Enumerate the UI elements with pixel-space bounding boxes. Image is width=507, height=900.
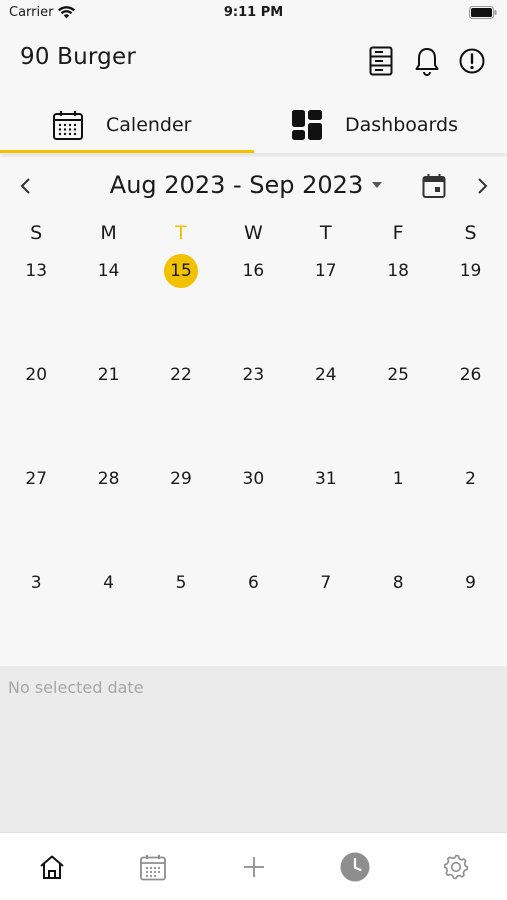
- day-cell[interactable]: 30: [217, 462, 289, 496]
- day-cell[interactable]: 21: [72, 358, 144, 392]
- empty-state-text: No selected date: [8, 678, 144, 697]
- dashboard-icon: [292, 110, 322, 140]
- calendar-picker-button[interactable]: [420, 172, 448, 200]
- status-bar: Carrier 9:11 PM: [0, 0, 507, 26]
- week-row: 13 14 15 16 17 18 19: [0, 254, 507, 288]
- day-cell[interactable]: 6: [217, 566, 289, 600]
- day-cell[interactable]: 4: [72, 566, 144, 600]
- day-cell[interactable]: 1: [362, 462, 434, 496]
- battery-icon: [469, 6, 497, 19]
- weekday-label: W: [243, 222, 263, 244]
- day-cell[interactable]: 20: [0, 358, 72, 392]
- clock-time: 9:11 PM: [223, 5, 284, 20]
- weekday-label: S: [464, 222, 477, 244]
- day-cell[interactable]: 9: [434, 566, 506, 600]
- day-cell[interactable]: 27: [0, 462, 72, 496]
- settings-icon[interactable]: [440, 851, 472, 883]
- day-cell[interactable]: 8: [362, 566, 434, 600]
- tab-calender[interactable]: Calender: [52, 96, 191, 154]
- day-cell[interactable]: 14: [72, 254, 144, 288]
- day-cell[interactable]: 25: [362, 358, 434, 392]
- day-cell[interactable]: 3: [0, 566, 72, 600]
- bottom-navigation: [0, 832, 507, 900]
- calendar-icon: [53, 111, 83, 140]
- tab-dashboards[interactable]: Dashboards: [291, 96, 458, 154]
- week-row: 27 28 29 30 31 1 2: [0, 462, 507, 496]
- app-title: 90 Burger: [20, 44, 136, 70]
- active-tab-indicator: [0, 150, 254, 153]
- day-cell[interactable]: 31: [290, 462, 362, 496]
- calendar-today-icon: [422, 174, 446, 198]
- weekday-label: T: [319, 222, 332, 244]
- weekday-label: S: [30, 222, 43, 244]
- selected-day-marker: 15: [163, 254, 198, 288]
- day-cell[interactable]: 17: [290, 254, 362, 288]
- weekday-label: F: [392, 222, 404, 244]
- day-cell[interactable]: 26: [434, 358, 506, 392]
- weekday-header-row: S M T W T F S: [0, 222, 507, 244]
- week-row: 3 4 5 6 7 8 9: [0, 566, 507, 600]
- day-cell[interactable]: 5: [145, 566, 217, 600]
- app-header: 90 Burger: [0, 26, 507, 96]
- day-cell[interactable]: 23: [217, 358, 289, 392]
- day-cell[interactable]: 24: [290, 358, 362, 392]
- day-cell[interactable]: 22: [145, 358, 217, 392]
- day-cell[interactable]: 19: [434, 254, 506, 288]
- caret-down-icon: [372, 182, 383, 188]
- tab-bar: Calender Dashboards: [0, 96, 507, 154]
- alert-circle-icon[interactable]: [457, 44, 487, 78]
- week-row: 20 21 22 23 24 25 26: [0, 358, 507, 392]
- day-cell[interactable]: 18: [362, 254, 434, 288]
- date-range-label: Aug 2023 - Sep 2023: [109, 171, 364, 199]
- chevron-right-icon: [478, 178, 488, 194]
- day-cell[interactable]: 16: [217, 254, 289, 288]
- month-navigation: Aug 2023 - Sep 2023: [0, 162, 507, 210]
- bell-icon[interactable]: [412, 44, 442, 78]
- weekday-label-today: T: [175, 222, 187, 244]
- day-cell[interactable]: 28: [72, 462, 144, 496]
- day-cell[interactable]: 13: [0, 254, 72, 288]
- day-cell[interactable]: 2: [434, 462, 506, 496]
- tab-calender-label: Calender: [106, 114, 192, 136]
- plus-icon[interactable]: [238, 851, 270, 883]
- tab-dashboards-label: Dashboards: [345, 114, 458, 136]
- home-icon[interactable]: [36, 851, 68, 883]
- selected-date-panel: No selected date: [0, 666, 507, 832]
- clock-icon[interactable]: [339, 851, 371, 883]
- calendar-icon[interactable]: [137, 851, 169, 883]
- server-rack-icon[interactable]: [366, 44, 396, 78]
- day-cell[interactable]: 29: [145, 462, 217, 496]
- day-cell-selected[interactable]: 15: [145, 254, 217, 288]
- weekday-label: M: [100, 222, 117, 244]
- day-cell[interactable]: 7: [290, 566, 362, 600]
- next-month-button[interactable]: [470, 174, 494, 198]
